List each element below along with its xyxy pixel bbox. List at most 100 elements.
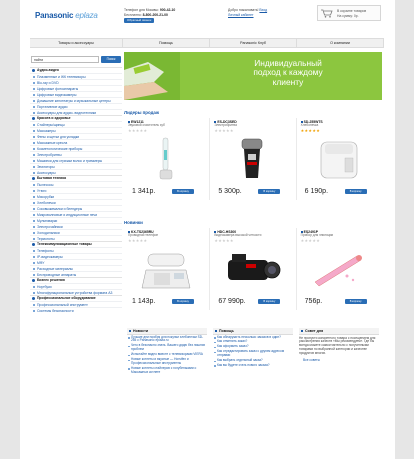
- login-block: Добро пожаловать! Вход Личный кабинет: [228, 8, 308, 18]
- left-gutter: [0, 0, 20, 459]
- category-title: Красота и здоровье: [37, 116, 71, 120]
- phone-image: [141, 253, 191, 289]
- news-column: Новости Лучшие дни ноября для покупки хл…: [124, 328, 210, 388]
- phone-free-label: Бесплатно:: [124, 13, 142, 17]
- add-to-cart-button[interactable]: В корзину: [258, 299, 281, 304]
- toothbrush-image: [159, 137, 173, 180]
- top-nav: Товары и аксессуары Помощь Panasonic Клу…: [30, 38, 384, 48]
- sidebar-item[interactable]: Термопоты: [30, 235, 122, 241]
- login-link[interactable]: Вход: [259, 8, 267, 12]
- product-card[interactable]: ES-DC3SED Электробритва ★★★★★ 5 300р. В …: [210, 118, 297, 200]
- rating-stars: ★★★★★: [214, 238, 234, 243]
- logo-sub: eplaza: [75, 11, 98, 20]
- add-to-cart-button[interactable]: В корзину: [344, 299, 367, 304]
- news-column-title: Новости: [127, 328, 207, 335]
- nav-products[interactable]: Товары и аксессуары: [30, 39, 123, 47]
- page: Panasonic eplaza Телефон для Москвы: 900…: [30, 0, 384, 459]
- search-input[interactable]: [31, 56, 99, 63]
- product-card[interactable]: SD-255WTS Хлебопечка ★★★★★ 6 190р. В кор…: [297, 118, 382, 200]
- callback-button[interactable]: Обратный звонок: [124, 18, 155, 23]
- camcorder-image: [228, 254, 281, 280]
- sidebar-item[interactable]: Многофункциональные устройства формата А…: [30, 289, 122, 295]
- banner-line3: клиенту: [272, 76, 304, 87]
- sidebar: Поиск Аудио-видеоПлазменные и ЖК телевиз…: [30, 52, 122, 459]
- search-button[interactable]: Поиск: [101, 56, 121, 63]
- phone-label: Телефон для Москвы:: [124, 8, 159, 12]
- category-bullet-icon: [32, 278, 35, 282]
- help-links: Как обнаружить несколько заказов в один?…: [213, 335, 293, 368]
- product-price: 1 341р.: [132, 188, 156, 195]
- help-link[interactable]: Как вы будете стать нового заказа?: [213, 363, 293, 368]
- cart-sum: На сумму: 0р.: [337, 13, 359, 18]
- product-price: 6 190р.: [304, 188, 329, 195]
- category-title: Профессиональное оборудование: [37, 296, 96, 300]
- leaders-title: Лидеры продаж: [124, 110, 159, 115]
- rating-stars: ★★★★★: [128, 128, 148, 133]
- add-to-cart-button[interactable]: В корзину: [172, 189, 194, 194]
- category-title: Телекоммуникационные товары: [37, 242, 92, 246]
- sidebar-item[interactable]: Беспроводные аппараты: [30, 271, 122, 277]
- login-label: Добро пожаловать!: [228, 8, 259, 12]
- product-card[interactable]: HDC-HS300 Видеокамера высокой четкости ★…: [210, 228, 297, 310]
- header: Panasonic eplaza Телефон для Москвы: 900…: [30, 0, 384, 30]
- cart-widget[interactable]: В корзине товаров На сумму: 0р.: [317, 5, 381, 21]
- rating-stars: ★★★★★: [128, 238, 148, 243]
- category-title: Бытовая техника: [37, 176, 66, 180]
- tip-text: Не пропусти конкретного товара с посещен…: [299, 335, 376, 356]
- product-price: 1 143р.: [132, 298, 156, 305]
- help-column-title: Помощь: [213, 328, 293, 335]
- add-to-cart-button[interactable]: В корзину: [344, 189, 367, 194]
- bottom-columns: Новости Лучшие дни ноября для покупки хл…: [124, 328, 382, 388]
- category-title: Аудио-видео: [37, 68, 59, 72]
- nav-club[interactable]: Panasonic Клуб: [210, 39, 297, 47]
- nav-help[interactable]: Помощь: [123, 39, 210, 47]
- category-bullet-icon: [32, 296, 35, 300]
- all-tips-link[interactable]: Все советы: [299, 358, 379, 363]
- add-to-cart-button[interactable]: В корзину: [172, 299, 194, 304]
- nav-about[interactable]: О компании: [297, 39, 384, 47]
- help-column: Помощь Как обнаружить несколько заказов …: [210, 328, 296, 388]
- product-price: 756р.: [304, 298, 323, 305]
- epilator-image: [314, 255, 362, 287]
- rating-stars: ★★★★★: [300, 238, 321, 243]
- news-title: Новинки: [124, 220, 143, 225]
- register-link[interactable]: Личный кабинет: [228, 13, 254, 17]
- sidebar-item[interactable]: Аксессуары: [30, 169, 122, 175]
- cart-icon: [321, 9, 333, 18]
- category-bullet-icon: [32, 116, 35, 120]
- category-bullet-icon: [32, 176, 35, 180]
- shaver-image: [242, 138, 263, 178]
- right-gutter: [395, 0, 414, 459]
- rating-stars: ★★★★★: [300, 128, 321, 133]
- phone-moscow: 900-42-10: [159, 8, 176, 12]
- category-bullet-icon: [32, 68, 35, 72]
- tip-column-title: Совет дня: [299, 328, 379, 335]
- category-title: Бизнес решения: [37, 278, 65, 282]
- logo[interactable]: Panasonic eplaza: [35, 11, 98, 21]
- rating-stars: ★★★★★: [214, 128, 234, 133]
- banner-hand-image: [124, 52, 180, 100]
- banner-text: Индивидуальный подход к каждому клиенту: [208, 58, 368, 87]
- product-price: 5 300р.: [218, 188, 242, 195]
- sidebar-item[interactable]: Аксессуары для аудио- видеотехники: [30, 109, 122, 115]
- sidebar-item[interactable]: Системы безопасности: [30, 307, 122, 313]
- add-to-cart-button[interactable]: В корзину: [258, 189, 281, 194]
- browser-viewport: Panasonic eplaza Телефон для Москвы: 900…: [0, 0, 414, 459]
- logo-brand: Panasonic: [35, 11, 74, 20]
- product-card[interactable]: EW1211 Звуковой очиститель зуб ★★★★★ 1 3…: [124, 118, 211, 200]
- news-row: KX-TS2365RU Проводной телефон ★★★★★ 1 14…: [124, 228, 382, 310]
- main-content: Индивидуальный подход к каждому клиенту …: [124, 52, 382, 459]
- leaders-row: EW1211 Звуковой очиститель зуб ★★★★★ 1 3…: [124, 118, 382, 200]
- news-link[interactable]: Новые котлеты стайлеров с голубенькими о…: [127, 366, 207, 375]
- phone-free: 8-800-200-21-00: [142, 13, 168, 17]
- product-card[interactable]: KX-TS2365RU Проводной телефон ★★★★★ 1 14…: [124, 228, 211, 310]
- promo-banner[interactable]: Индивидуальный подход к каждому клиенту: [124, 52, 382, 100]
- search-box: Поиск: [31, 56, 121, 63]
- category-bullet-icon: [32, 242, 35, 246]
- category-list: Аудио-видео Плазменные и ЖК телевизоры Blu…: [30, 67, 122, 313]
- phone-block: Телефон для Москвы: 900-42-10 Бесплатно:…: [124, 8, 234, 23]
- product-price: 67 990р.: [218, 298, 246, 305]
- breadmaker-image: [320, 141, 357, 179]
- news-links: Лучшие дни ноября для покупки хлебопечки…: [127, 335, 207, 375]
- product-card[interactable]: ES2491P Прибор для эпиляции ★★★★★ 756р. …: [297, 228, 382, 310]
